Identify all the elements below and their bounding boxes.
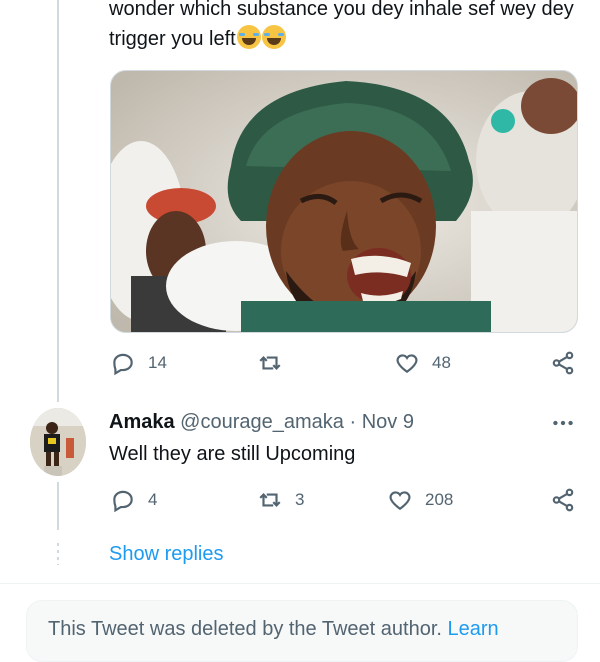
- share-action[interactable]: [550, 484, 576, 516]
- show-replies-link[interactable]: Show replies: [109, 540, 224, 568]
- thread-line-lower: [57, 482, 59, 530]
- crying-man-photo: [111, 71, 577, 332]
- more-icon: [553, 420, 573, 426]
- thread-line: [57, 0, 59, 402]
- retweet-action[interactable]: 3: [257, 484, 304, 516]
- share-action[interactable]: [550, 347, 576, 379]
- tweet-media[interactable]: [110, 70, 578, 333]
- like-action[interactable]: 208: [387, 484, 453, 516]
- reply-action[interactable]: 4: [110, 484, 157, 516]
- reply-actions: 4 3 208: [110, 484, 576, 516]
- like-count: 48: [432, 353, 451, 372]
- deleted-tweet-notice: This Tweet was deleted by the Tweet auth…: [48, 615, 499, 643]
- tweet-actions: 14 48: [110, 347, 576, 379]
- reply-author-name[interactable]: Amaka: [109, 411, 175, 433]
- share-icon: [552, 488, 574, 512]
- reply-avatar[interactable]: [30, 408, 86, 476]
- reply-action[interactable]: 14: [110, 347, 167, 379]
- heart-icon: [389, 491, 411, 510]
- reply-icon: [113, 490, 133, 513]
- reply-icon: [113, 353, 133, 376]
- share-icon: [552, 351, 574, 375]
- thread-dots: [57, 543, 59, 565]
- like-count: 208: [425, 490, 454, 509]
- learn-more-link[interactable]: Learn: [448, 618, 499, 640]
- more-options-button[interactable]: [550, 410, 576, 436]
- reply-count: 14: [148, 353, 167, 372]
- reply-header: Amaka @courage_amaka · Nov 9: [109, 408, 414, 436]
- tweet-text: wonder which substance you dey inhale se…: [109, 0, 574, 50]
- retweet-icon: [259, 493, 281, 507]
- retweet-count: 3: [295, 490, 305, 509]
- laughing-emoji-icon: [236, 25, 261, 49]
- deleted-notice-text: This Tweet was deleted by the Tweet auth…: [48, 618, 442, 640]
- divider: [0, 583, 600, 584]
- retweet-icon: [259, 356, 281, 370]
- reply-date[interactable]: Nov 9: [362, 411, 414, 433]
- avatar-photo: [30, 408, 86, 476]
- reply-author-handle[interactable]: @courage_amaka: [180, 411, 344, 433]
- heart-icon: [396, 354, 418, 373]
- laughing-emoji-icon: [261, 25, 286, 49]
- retweet-action[interactable]: [257, 347, 295, 379]
- like-action[interactable]: 48: [394, 347, 451, 379]
- meta-separator: ·: [349, 411, 357, 433]
- reply-text: Well they are still Upcoming: [109, 443, 356, 465]
- reply-count: 4: [148, 490, 158, 509]
